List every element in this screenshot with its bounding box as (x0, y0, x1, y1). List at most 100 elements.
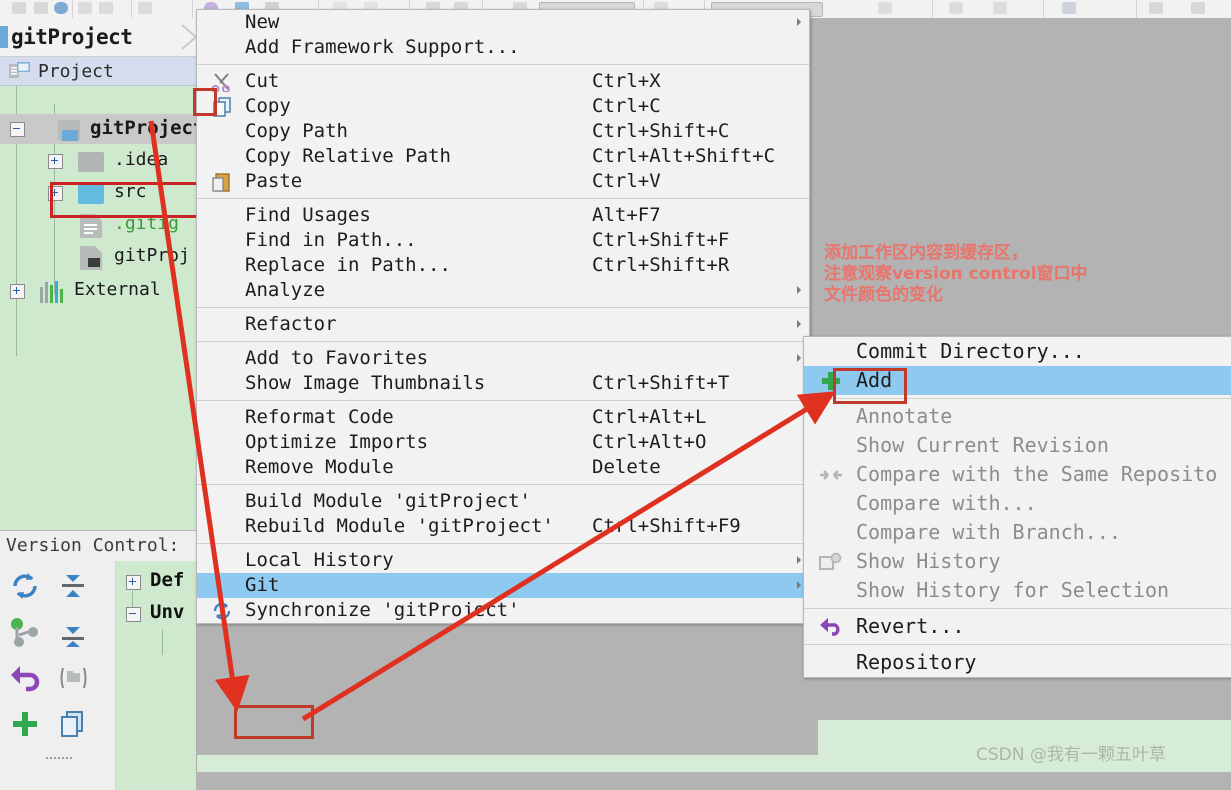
expand-toggle-icon[interactable] (48, 186, 63, 201)
git-submenu-item-repository[interactable]: Repository (804, 648, 1231, 677)
breadcrumb-project-name[interactable]: gitProject (11, 25, 132, 49)
context-menu-item-show-image-thumbnails[interactable]: Show Image ThumbnailsCtrl+Shift+T (197, 371, 809, 396)
toolbar-more-icon[interactable] (46, 757, 72, 761)
collapse-toggle-icon[interactable] (126, 607, 141, 622)
toolbar-group-10[interactable] (866, 0, 933, 18)
expand-toggle-icon[interactable] (126, 575, 141, 590)
context-menu-item-new[interactable]: New (197, 10, 809, 35)
menu-item-label: Add Framework Support... (245, 35, 520, 60)
refresh-icon[interactable] (8, 569, 42, 603)
expand-toggle-icon[interactable] (48, 154, 63, 169)
version-control-tree[interactable]: Def Unv (116, 561, 196, 790)
context-menu-item-replace-in-path[interactable]: Replace in Path...Ctrl+Shift+R (197, 253, 809, 278)
context-menu-item-remove-module[interactable]: Remove ModuleDelete (197, 455, 809, 480)
git-submenu-item-add[interactable]: Add (804, 366, 1231, 395)
add-icon[interactable] (8, 707, 42, 741)
menu-separator (804, 398, 1231, 399)
menu-item-label: Find in Path... (245, 228, 417, 253)
save-all-icon[interactable] (54, 2, 68, 14)
settings-icon[interactable] (1191, 2, 1205, 14)
git-submenu-item-compare-with[interactable]: Compare with... (804, 489, 1231, 518)
toolbar-group-2[interactable] (73, 0, 132, 18)
git-menu-item-label: Compare with Branch... (856, 518, 1121, 547)
copy-icon[interactable] (56, 707, 90, 741)
forward-icon[interactable] (34, 2, 48, 14)
collapse-all-icon[interactable] (56, 569, 90, 603)
tree-row-iml[interactable]: gitProj (0, 242, 196, 272)
tree-row-src[interactable]: src (0, 178, 196, 208)
menu-item-shortcut: Ctrl+C (592, 94, 661, 119)
context-menu-item-add-framework-support[interactable]: Add Framework Support... (197, 35, 809, 60)
chevron-right-icon (797, 354, 801, 362)
toolbar-group-1[interactable] (0, 0, 73, 18)
toolbar-group-11[interactable] (933, 0, 1044, 18)
sync-small-icon[interactable] (138, 2, 152, 14)
menu-item-shortcut: Ctrl+Shift+C (592, 119, 729, 144)
tree-row-idea[interactable]: .idea (0, 146, 196, 176)
tree-row-gitproject[interactable]: gitProject (0, 114, 196, 144)
context-menu-item-find-in-path[interactable]: Find in Path... Ctrl+Shift+F (197, 228, 809, 253)
expand-toggle-icon[interactable] (10, 284, 25, 299)
context-menu-item-paste[interactable]: PasteCtrl+V (197, 169, 809, 194)
breadcrumb[interactable]: gitProject (0, 18, 196, 57)
context-menu-item-build-module-gitproject[interactable]: Build Module 'gitProject' (197, 489, 809, 514)
context-menu-item-cut[interactable]: CutCtrl+X (197, 69, 809, 94)
git-submenu-item-compare-with-branch[interactable]: Compare with Branch... (804, 518, 1231, 547)
redo-icon[interactable] (99, 2, 113, 14)
context-menu-item-optimize-imports[interactable]: Optimize Imports Ctrl+Alt+O (197, 430, 809, 455)
menu-item-label: Analyze (245, 278, 325, 303)
context-menu-item-reformat-code[interactable]: Reformat CodeCtrl+Alt+L (197, 405, 809, 430)
git-submenu-item-show-history[interactable]: Show History (804, 547, 1231, 576)
version-control-title: Version Control: (6, 535, 179, 556)
context-menu-item-add-to-favorites[interactable]: Add to Favorites (197, 346, 809, 371)
profiler-icon[interactable] (949, 2, 963, 14)
context-menu-item-copy-relative-path[interactable]: Copy Relative PathCtrl+Alt+Shift+C (197, 144, 809, 169)
context-menu-item-git[interactable]: Git (197, 573, 809, 598)
tree-row-gitignore[interactable]: .gitig (0, 210, 196, 240)
revert-icon[interactable] (8, 661, 42, 695)
git-submenu-item-revert[interactable]: Revert... (804, 612, 1231, 641)
git-submenu-item-commit-directory[interactable]: Commit Directory... (804, 337, 1231, 366)
context-menu-item-copy-path[interactable]: Copy PathCtrl+Shift+C (197, 119, 809, 144)
commit-icon[interactable] (1062, 2, 1076, 14)
vcs-update-icon[interactable] (993, 2, 1007, 14)
coverage-icon[interactable] (878, 2, 892, 14)
version-control-header[interactable]: Version Control: (0, 530, 196, 562)
menu-item-shortcut: Ctrl+Alt+O (592, 430, 706, 455)
menu-item-label: New (245, 10, 279, 35)
context-menu-item-refactor[interactable]: Refactor (197, 312, 809, 337)
vc-row-unversioned[interactable]: Unv (116, 599, 196, 629)
project-tree[interactable]: gitProject .idea src .gitig gitProj (0, 86, 196, 516)
toolbar-group-3[interactable] (132, 0, 193, 18)
menu-item-shortcut: Ctrl+Shift+F (592, 228, 729, 253)
history-icon (818, 551, 844, 573)
undo-icon[interactable] (78, 2, 92, 14)
toolbar-group-13[interactable] (1137, 0, 1231, 18)
version-control-toolbar[interactable] (0, 561, 116, 790)
vc-row-default[interactable]: Def (116, 567, 196, 597)
menu-separator (197, 198, 809, 199)
git-submenu-item-compare-with-the-same-reposito[interactable]: Compare with the Same Reposito (804, 460, 1231, 489)
toolbar-group-12[interactable] (1044, 0, 1137, 18)
expand-all-icon[interactable] (56, 615, 90, 649)
git-submenu[interactable]: Commit Directory...Add AnnotateShow Curre… (803, 336, 1231, 678)
git-submenu-item-show-history-for-selection[interactable]: Show History for Selection (804, 576, 1231, 605)
group-by-directory-icon[interactable] (56, 661, 90, 695)
menu-item-label: Paste (245, 169, 302, 194)
context-menu-item-synchronize-gitproject[interactable]: Synchronize 'gitProject' (197, 598, 809, 623)
context-menu-item-find-usages[interactable]: Find UsagesAlt+F7 (197, 203, 809, 228)
context-menu-item-local-history[interactable]: Local History (197, 548, 809, 573)
search-everywhere-icon[interactable] (1149, 2, 1163, 14)
context-menu-item-copy[interactable]: CopyCtrl+C (197, 94, 809, 119)
branch-icon[interactable] (8, 615, 42, 649)
context-menu-item-rebuild-module-gitproject[interactable]: Rebuild Module 'gitProject'Ctrl+Shift+F9 (197, 514, 809, 539)
context-menu[interactable]: NewAdd Framework Support...CutCtrl+XCopy… (196, 9, 810, 624)
tree-row-external[interactable]: External (0, 276, 196, 306)
back-icon[interactable] (12, 2, 26, 14)
tab-project[interactable]: Project (0, 57, 196, 86)
context-menu-item-analyze[interactable]: Analyze (197, 278, 809, 303)
git-submenu-item-show-current-revision[interactable]: Show Current Revision (804, 431, 1231, 460)
menu-item-label: Optimize Imports (245, 430, 428, 455)
git-submenu-item-annotate[interactable]: Annotate (804, 402, 1231, 431)
collapse-toggle-icon[interactable] (10, 122, 25, 137)
